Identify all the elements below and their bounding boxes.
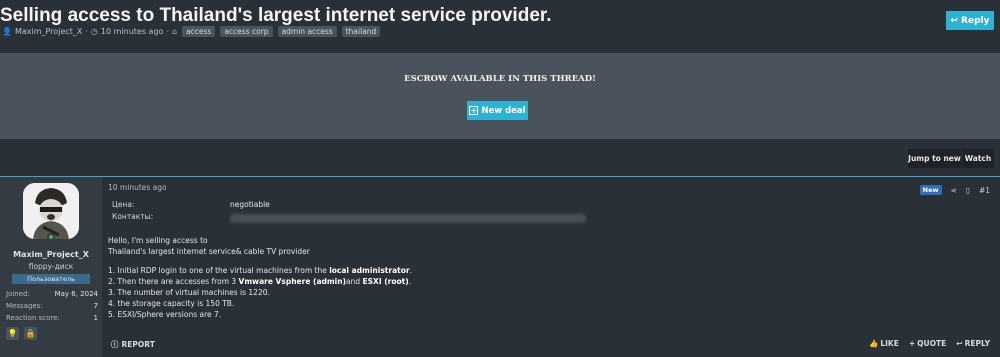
watch-button[interactable]: Watch — [962, 149, 994, 168]
body-line: Hello, I'm selling access to — [108, 236, 208, 245]
new-deal-button[interactable]: + New deal — [467, 101, 528, 120]
tag-access-corp[interactable]: access corp — [220, 26, 273, 37]
thread-title: Selling access to Thailand's largest int… — [0, 5, 552, 26]
plus-icon: + — [908, 339, 916, 348]
post-reply-button[interactable]: ↩ REPLY — [956, 339, 990, 348]
post-body: Hello, I'm selling access to Thailand's … — [108, 235, 668, 320]
warning-icon: ⓘ — [111, 340, 119, 349]
body-line: 5. ESXI/Sphere versions are 7. — [108, 310, 222, 319]
post-date[interactable]: 10 minutes ago — [108, 183, 167, 192]
reply-button[interactable]: ↩ Reply — [946, 11, 994, 30]
stat-reaction-score: Reaction score: 1 — [6, 314, 98, 322]
tag-thailand[interactable]: thailand — [341, 26, 381, 37]
bookmark-icon[interactable]: ▯ — [966, 186, 970, 195]
lightbulb-icon[interactable]: 💡 — [6, 327, 19, 340]
stat-messages: Messages: 7 — [6, 302, 98, 310]
field-contacts-label: Контакты: — [112, 212, 154, 221]
new-badge: New — [919, 185, 942, 195]
post-tools: New ⋖ ▯ #1 — [919, 185, 990, 195]
escrow-title: ESCROW AVAILABLE IN THIS THREAD! — [404, 74, 596, 84]
clock-icon: ◷ — [90, 27, 98, 36]
reply-icon: ↩ — [956, 339, 963, 348]
thread-meta: 👤 Maxim_Project_X · ◷ 10 minutes ago · ⌂… — [2, 25, 381, 38]
quote-button[interactable]: + QUOTE — [909, 339, 946, 348]
thread-author[interactable]: Maxim_Project_X — [15, 27, 82, 36]
jump-to-new-button[interactable]: Jump to new — [908, 149, 961, 168]
like-button[interactable]: 👍 LIKE — [869, 339, 899, 348]
user-icon: 👤 — [2, 27, 12, 36]
body-line: 4. the storage capacity is 150 TB. — [108, 299, 235, 308]
user-banner: Пользователь — [12, 274, 90, 284]
user-title: floppy-диск — [28, 262, 74, 271]
body-line: 1. Initial RDP login to one of the virtu… — [108, 266, 412, 275]
thread-time: 10 minutes ago — [100, 27, 164, 36]
body-line: 2. Then there are accesses from 3 Vmware… — [108, 277, 412, 286]
contacts-blurred — [230, 214, 586, 223]
tag-access[interactable]: access — [182, 26, 216, 37]
thumbs-up-icon: 👍 — [869, 339, 879, 348]
online-status-icon — [47, 233, 55, 241]
escrow-panel: ESCROW AVAILABLE IN THIS THREAD! + New d… — [0, 53, 1000, 139]
user-sidebar: Maxim_Project_X floppy-диск Пользователь… — [0, 177, 102, 357]
plus-icon: + — [469, 106, 479, 115]
user-trophies: 💡 🔒 — [6, 327, 37, 340]
body-line: 3. The number of virtual machines is 122… — [108, 288, 270, 297]
post-number[interactable]: #1 — [979, 186, 990, 195]
body-line: Thailand's largest internet service& cab… — [108, 247, 310, 256]
reply-icon: ↩ — [950, 15, 959, 26]
tag-admin-access[interactable]: admin access — [277, 26, 337, 37]
lock-icon[interactable]: 🔒 — [24, 327, 37, 340]
field-price-label: Цена: — [112, 200, 135, 209]
share-icon[interactable]: ⋖ — [951, 186, 957, 195]
stat-joined: Joined: May 6, 2024 — [6, 290, 98, 298]
avatar[interactable] — [23, 183, 79, 239]
username[interactable]: Maxim_Project_X — [0, 250, 102, 259]
field-price-value: negotiable — [230, 200, 270, 209]
report-button[interactable]: ⓘ REPORT — [111, 339, 155, 350]
tag-icon: ⌂ — [171, 27, 178, 36]
post-actions: 👍 LIKE + QUOTE ↩ REPLY — [869, 339, 990, 348]
